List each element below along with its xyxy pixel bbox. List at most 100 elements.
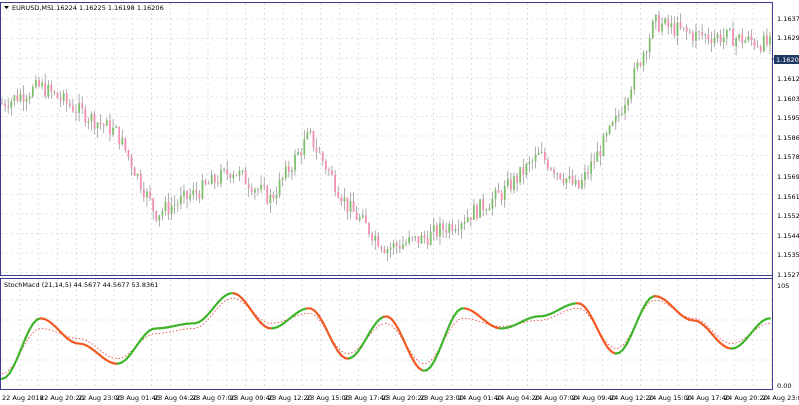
- candle-body: [105, 120, 108, 126]
- candle-body: [513, 175, 515, 190]
- candle-body: [645, 51, 648, 54]
- candle-body: [118, 126, 121, 145]
- candle-body: [466, 217, 469, 222]
- candle-body: [725, 29, 728, 38]
- candle-body: [93, 114, 96, 129]
- candle-body: [621, 113, 623, 115]
- candle-body: [769, 36, 771, 45]
- candle-body: [4, 103, 6, 107]
- candle-body: [53, 91, 56, 93]
- candle-body: [112, 127, 114, 135]
- candle-body: [460, 223, 463, 230]
- candle-body: [278, 179, 281, 196]
- candle-body: [115, 126, 118, 128]
- candle-body: [476, 205, 478, 218]
- candle-body: [670, 23, 673, 27]
- candle-body: [44, 82, 47, 97]
- candle-body: [503, 186, 506, 201]
- candle-body: [136, 173, 139, 176]
- candle-body: [750, 35, 753, 41]
- candle-body: [146, 191, 148, 198]
- price-tick: 1.16120: [777, 75, 799, 83]
- candle-body: [81, 102, 84, 109]
- price-tick: 1.15610: [777, 193, 799, 201]
- candle-body: [281, 177, 284, 180]
- candle-body: [636, 62, 639, 69]
- candle-body: [506, 179, 509, 187]
- candle-body: [220, 169, 222, 184]
- candle-body: [556, 173, 559, 175]
- candle-body: [753, 40, 756, 47]
- candle-body: [722, 37, 725, 43]
- candle-body: [272, 194, 275, 199]
- candle-body: [90, 114, 93, 122]
- candle-body: [167, 201, 170, 214]
- candle-body: [19, 94, 22, 102]
- price-tick: 1.15440: [777, 232, 799, 240]
- candle-body: [346, 197, 349, 212]
- candle-body: [247, 184, 250, 189]
- candle-body: [744, 40, 747, 43]
- candle-body: [315, 147, 318, 152]
- candle-body: [457, 229, 460, 231]
- candle-body: [250, 188, 253, 193]
- candle-body: [16, 95, 19, 102]
- candle-body: [679, 22, 682, 28]
- candle-body: [547, 160, 549, 169]
- candle-body: [766, 35, 768, 45]
- candle-body: [294, 154, 296, 171]
- price-tick: 1.15865: [777, 134, 799, 142]
- candle-body: [22, 94, 25, 102]
- candle-body: [593, 161, 596, 163]
- candle-body: [596, 151, 599, 163]
- price-tick: 1.15270: [777, 271, 799, 279]
- candle-body: [482, 199, 485, 211]
- candle-body: [611, 122, 614, 126]
- candle-body: [568, 175, 571, 179]
- candle-body: [204, 180, 207, 184]
- candle-body: [448, 224, 451, 233]
- candle-body: [229, 174, 232, 179]
- candle-body: [540, 151, 543, 153]
- candle-body: [334, 174, 337, 192]
- candle-body: [179, 195, 182, 204]
- candle-body: [198, 193, 201, 199]
- price-tick: 1.16375: [777, 15, 799, 23]
- candle-body: [349, 201, 352, 212]
- candle-body: [562, 178, 565, 184]
- candle-body: [232, 174, 235, 179]
- candle-body: [173, 204, 176, 206]
- candle-body: [747, 35, 750, 41]
- candle-body: [537, 152, 540, 155]
- candle-body: [395, 243, 398, 246]
- candle-body: [432, 225, 435, 232]
- candle-body: [309, 130, 312, 133]
- candle-body: [633, 68, 636, 90]
- candle-body: [260, 184, 262, 190]
- candle-body: [420, 235, 423, 244]
- price-tick: 1.15780: [777, 153, 799, 161]
- candle-body: [207, 183, 210, 185]
- candle-body: [244, 170, 247, 185]
- candle-body: [497, 190, 500, 193]
- candle-body: [580, 179, 583, 189]
- candle-body: [426, 238, 429, 245]
- candle-body: [658, 14, 660, 32]
- candle-body: [571, 175, 574, 185]
- candle-body: [719, 34, 722, 43]
- candle-body: [759, 46, 762, 52]
- candle-body: [306, 132, 309, 140]
- candle-body: [654, 14, 657, 22]
- price-tick: 1.16290: [777, 34, 799, 42]
- candle-body: [676, 22, 679, 36]
- candle-body: [96, 122, 99, 129]
- candle-body: [389, 247, 392, 250]
- candle-body: [109, 120, 111, 135]
- candle-body: [553, 169, 555, 174]
- candle-body: [223, 169, 225, 171]
- candle-body: [217, 182, 219, 184]
- candle-body: [550, 168, 552, 170]
- candle-body: [28, 96, 31, 99]
- candle-body: [414, 236, 417, 238]
- candle-body: [213, 174, 216, 183]
